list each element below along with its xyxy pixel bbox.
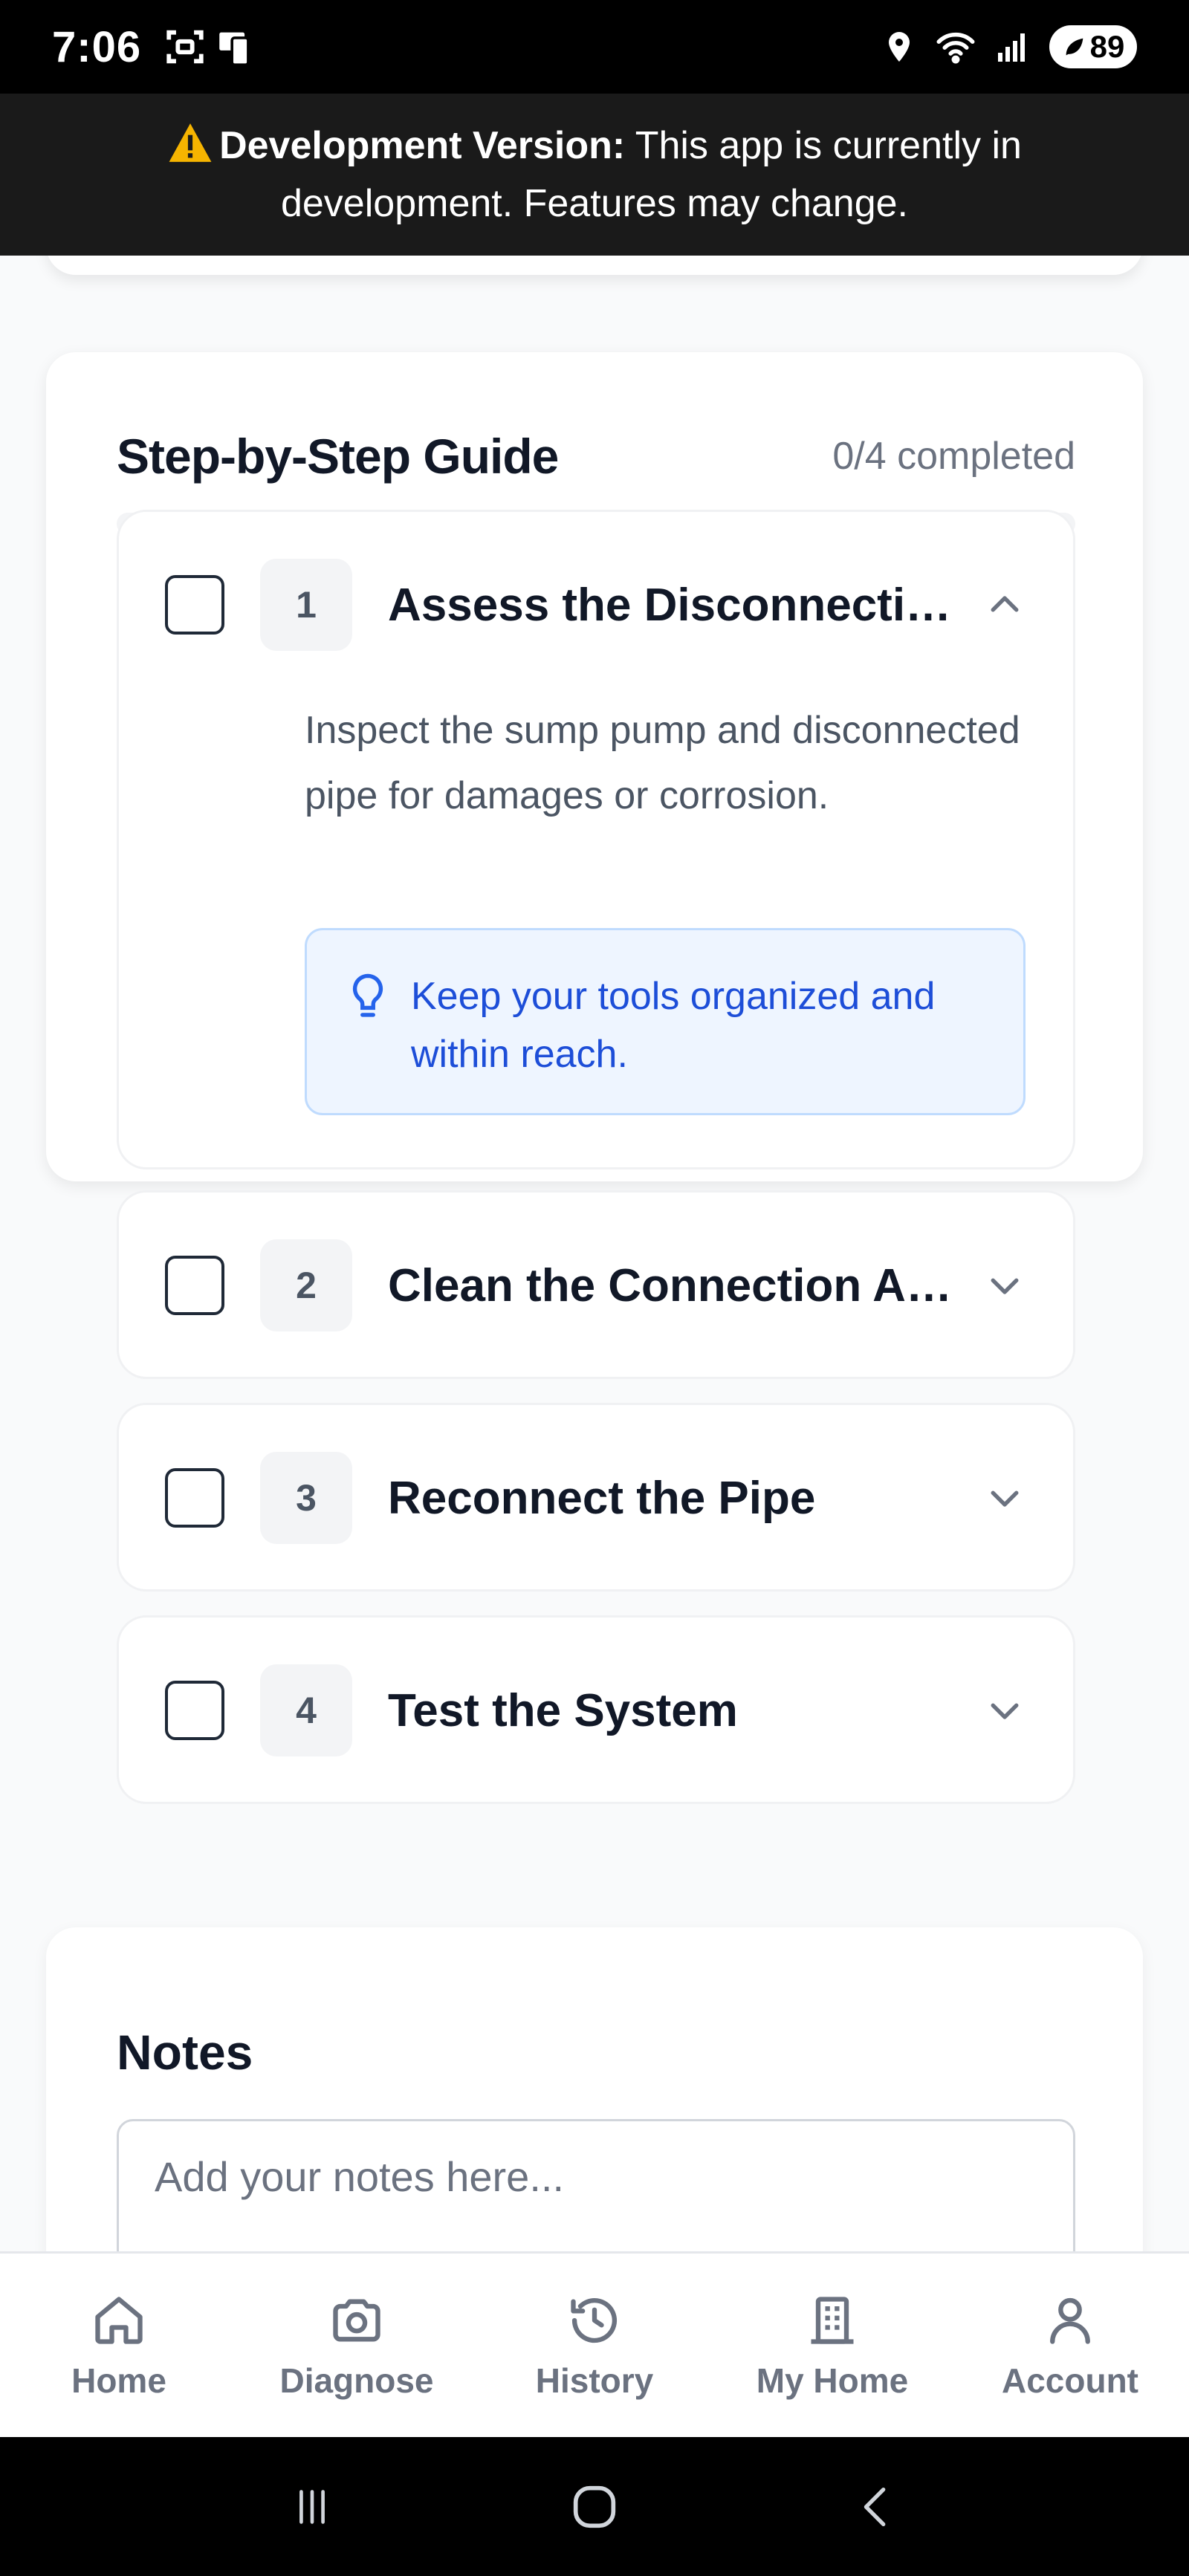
tip-text: Keep your tools organized and within rea… [411,975,936,1076]
step-number-badge: 2 [260,1239,352,1331]
step-item-4: 4 Test the System [117,1615,1075,1804]
step-header-1[interactable]: 1 Assess the Disconnection [119,512,1073,698]
home-button-icon[interactable] [557,2470,632,2544]
building-icon [803,2291,862,2350]
step-number-badge: 3 [260,1452,352,1544]
previous-card [46,256,1143,275]
nav-item-my-home[interactable]: My Home [721,2291,944,2401]
status-time: 7:06 [52,22,142,71]
device-icon [219,32,250,66]
chevron-down-icon[interactable] [982,1476,1027,1520]
nav-label: Home [71,2361,166,2400]
step-number-badge: 1 [260,559,352,651]
step-title: Test the System [388,1684,738,1736]
step-item-2: 2 Clean the Connection Area [117,1190,1075,1379]
battery-level: 89 [1089,29,1125,64]
home-icon [89,2291,149,2350]
step-number-badge: 4 [260,1664,352,1756]
step-title: Reconnect the Pipe [388,1472,816,1524]
nav-label: History [535,2361,654,2400]
recent-apps-icon[interactable] [275,2470,349,2544]
guide-progress-text: 0/4 completed [832,435,1075,478]
chevron-up-icon[interactable] [982,583,1027,627]
nav-item-history[interactable]: History [483,2291,706,2401]
step-checkbox-4[interactable] [165,1681,224,1740]
system-nav-bar [0,2437,1189,2576]
status-right: 89 [881,25,1137,68]
nav-item-account[interactable]: Account [959,2291,1182,2401]
bottom-nav: Home Diagnose History My Home Account [0,2251,1189,2437]
step-checkbox-3[interactable] [165,1468,224,1528]
main-content[interactable]: Step-by-Step Guide 0/4 completed 1 Asses… [0,256,1189,2251]
dev-banner: Development Version: This app is current… [0,94,1189,256]
step-by-step-guide-card: Step-by-Step Guide 0/4 completed 1 Asses… [46,352,1143,1804]
battery-saver-icon [1066,38,1083,56]
nav-label: Diagnose [279,2361,434,2400]
history-icon [565,2291,624,2350]
wifi-icon [936,32,975,64]
notes-card: Notes [46,1927,1143,2251]
nav-label: My Home [756,2361,909,2400]
step-title: Clean the Connection Area [388,1259,953,1311]
warning-icon [169,123,212,162]
status-notification-icons [163,25,257,68]
nav-label: Account [1002,2361,1138,2400]
chevron-down-icon[interactable] [982,1688,1027,1733]
notes-input[interactable] [117,2119,1075,2251]
tip-box: Keep your tools organized and within rea… [305,928,1026,1115]
status-bar: 7:06 89 [0,0,1189,94]
nav-item-home[interactable]: Home [7,2291,230,2401]
nav-item-diagnose[interactable]: Diagnose [245,2291,468,2401]
back-icon[interactable] [840,2470,914,2544]
step-header-3[interactable]: 3 Reconnect the Pipe [119,1405,1073,1591]
guide-title: Step-by-Step Guide [117,429,559,484]
step-description: Inspect the sump pump and disconnected p… [305,709,1020,817]
lightbulb-icon [352,973,383,1017]
guide-header: Step-by-Step Guide 0/4 completed [117,428,1075,484]
step-checkbox-1[interactable] [165,575,224,635]
camera-icon [327,2291,386,2350]
user-icon [1040,2291,1100,2350]
step-header-4[interactable]: 4 Test the System [119,1618,1073,1803]
step-item-3: 3 Reconnect the Pipe [117,1403,1075,1592]
chevron-down-icon[interactable] [982,1263,1027,1308]
screenshot-icon [166,30,204,64]
status-left: 7:06 [52,22,257,72]
location-icon [889,32,910,62]
battery-indicator: 89 [1049,25,1137,68]
step-title: Assess the Disconnection [388,579,953,631]
step-item-1: 1 Assess the Disconnection Inspect the s… [117,510,1075,1169]
notes-title: Notes [117,2025,253,2080]
dev-banner-text: Development Version: This app is current… [89,117,1100,233]
step-checkbox-2[interactable] [165,1256,224,1315]
dev-banner-label: Development Version: [219,124,626,167]
step-header-2[interactable]: 2 Clean the Connection Area [119,1193,1073,1378]
signal-icon [998,33,1025,62]
